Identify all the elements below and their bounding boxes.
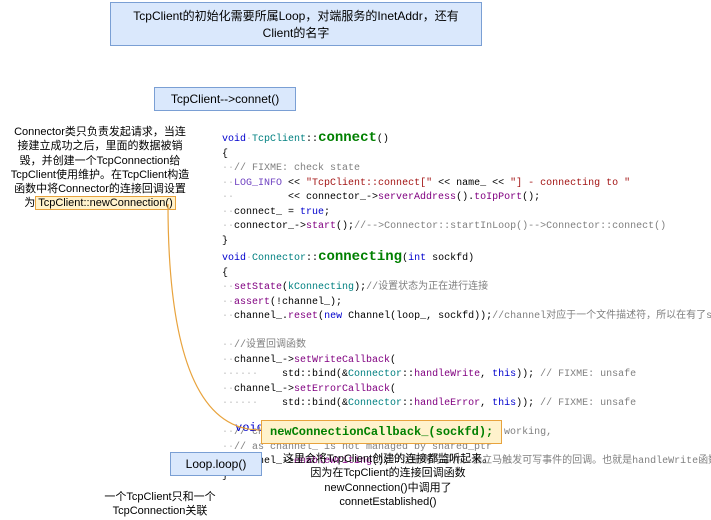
annot-line: 毁，并创建一个TcpConnection给 bbox=[0, 154, 200, 168]
annot-line: TcpConnection关联 bbox=[90, 504, 230, 518]
loop-desc-annot: 这里会将TcpClient创建的连接都监听起来。 因为在TcpClient的连接… bbox=[273, 452, 503, 509]
new-connection-hl: TcpClient::newConnection() bbox=[35, 196, 176, 210]
code-tcpclient-connect: void·TcpClient::connect() { ··// FIXME: … bbox=[222, 113, 666, 249]
annot-line: newConnection()中调用了 bbox=[273, 481, 503, 495]
annot-line: TcpClient使用维护。在TcpClient构造 bbox=[0, 168, 200, 182]
connector-desc-annot: Connector类只负责发起请求，当连 接建立成功之后，里面的数据被销 毁，并… bbox=[0, 125, 200, 211]
annot-line: Connector类只负责发起请求，当连 bbox=[0, 125, 200, 139]
code-connector-connecting: void·Connector::connecting(int sockfd) {… bbox=[222, 232, 711, 484]
loop-box: Loop.loop() bbox=[170, 452, 262, 476]
annot-line: connetEstablished() bbox=[273, 495, 503, 509]
bottom-annot: 一个TcpClient只和一个 TcpConnection关联 bbox=[90, 490, 230, 519]
callback-hl-box: newConnectionCallback_(sockfd); bbox=[261, 420, 502, 444]
annot-line: 这里会将TcpClient创建的连接都监听起来。 bbox=[273, 452, 503, 466]
annot-line: 函数中将Connector的连接回调设置 bbox=[0, 182, 200, 196]
annot-line: 因为在TcpClient的连接回调函数 bbox=[273, 466, 503, 480]
init-desc-box: TcpClient的初始化需要所属Loop，对端服务的InetAddr，还有Cl… bbox=[110, 2, 482, 46]
annot-line: 接建立成功之后，里面的数据被销 bbox=[0, 139, 200, 153]
annot-line: 一个TcpClient只和一个 bbox=[90, 490, 230, 504]
connect-call-box: TcpClient-->connet() bbox=[154, 87, 296, 111]
annot-line: 为TcpClient::newConnection() bbox=[0, 196, 200, 210]
